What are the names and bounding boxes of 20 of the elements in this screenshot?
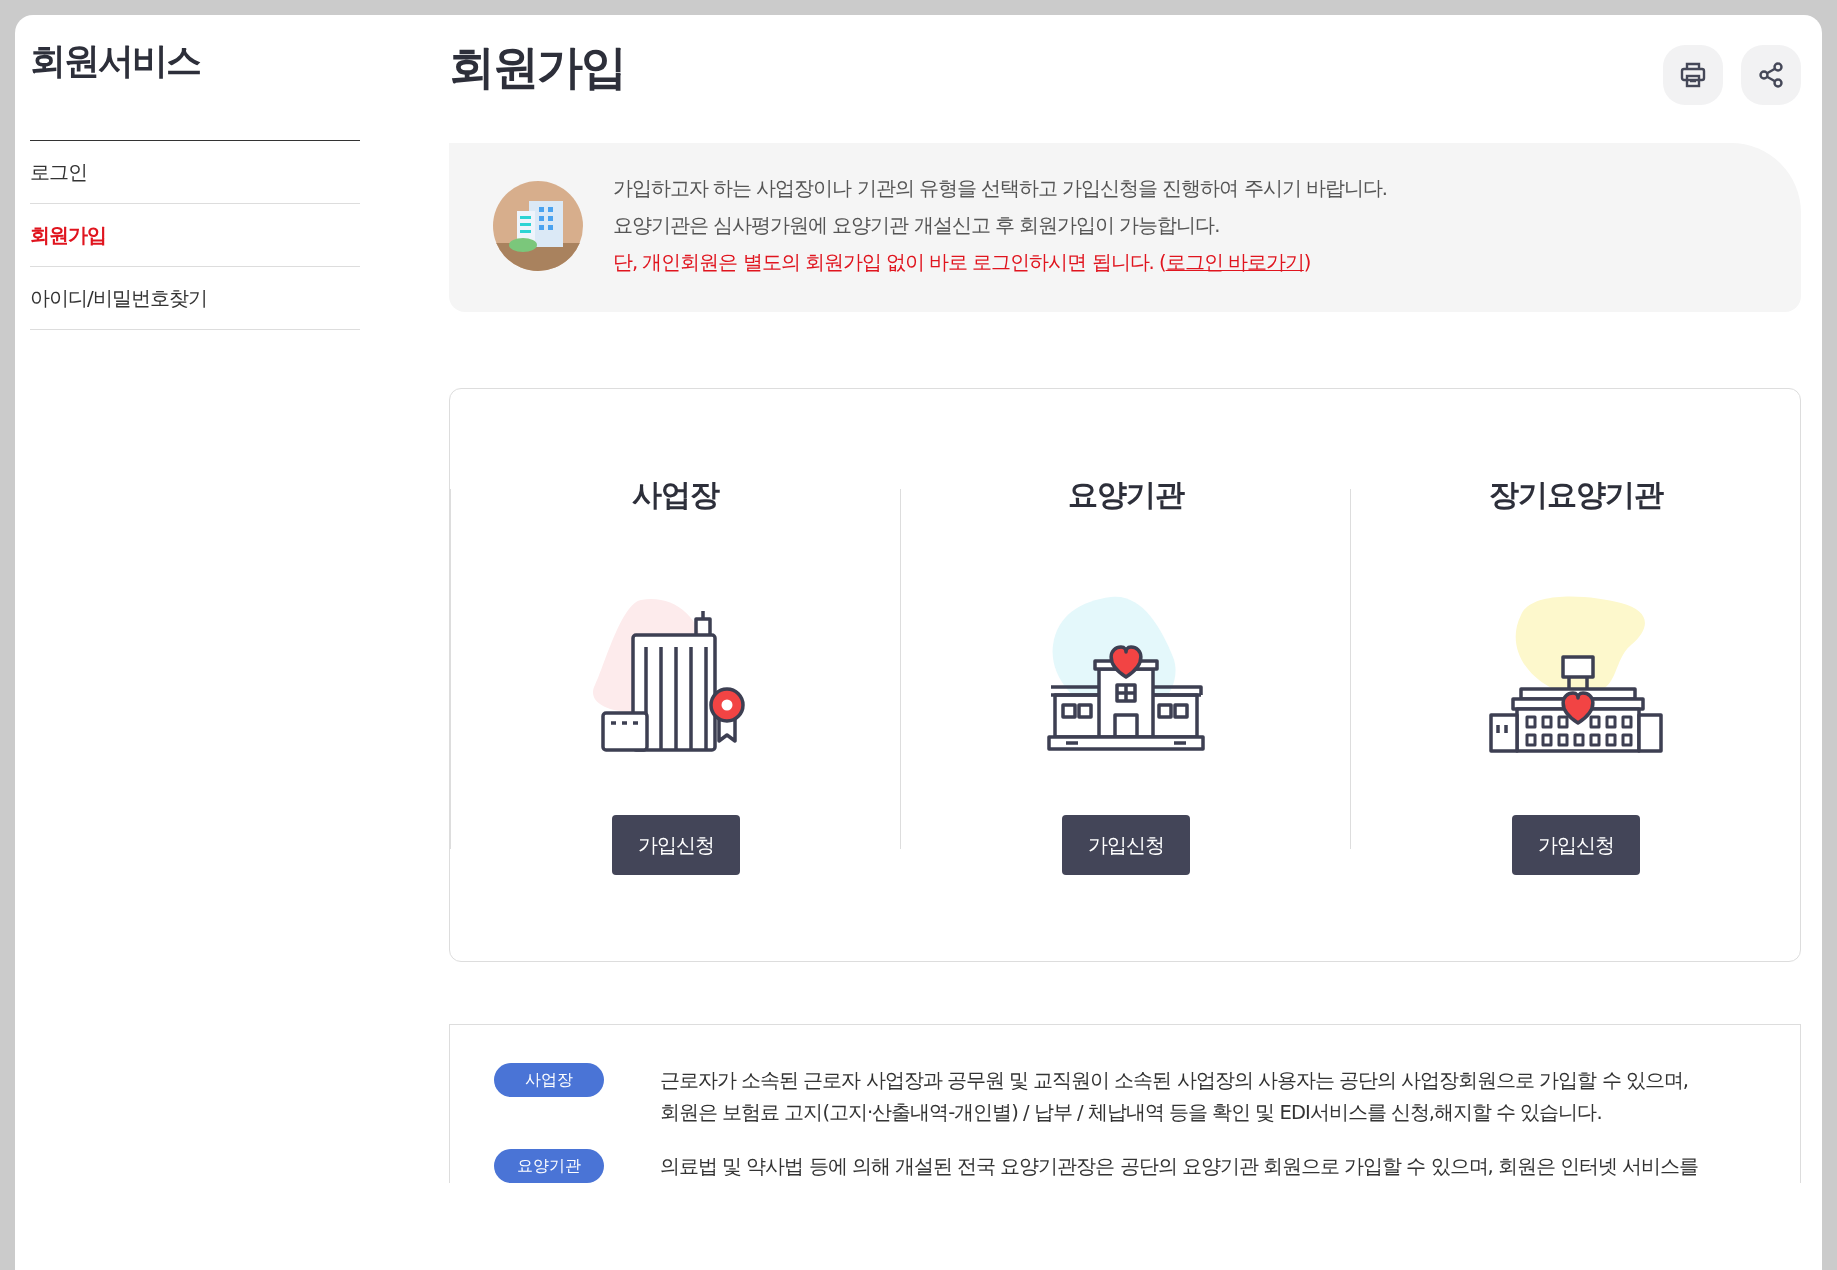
sidebar-item[interactable]: 로그인 bbox=[30, 141, 360, 204]
page-title: 회원가입 bbox=[449, 39, 625, 96]
apply-button[interactable]: 가입신청 bbox=[611, 815, 740, 875]
print-icon bbox=[1678, 60, 1708, 90]
category-badge: 요양기관 bbox=[494, 1149, 604, 1183]
notice-text: 가입하고자 하는 사업장이나 기관의 유형을 선택하고 가입신청을 진행하여 주시기 바랍니다. bbox=[613, 176, 1387, 202]
share-icon bbox=[1757, 61, 1785, 89]
sidebar-item[interactable]: 아이디/비밀번호찾기 bbox=[30, 267, 360, 330]
apply-button[interactable]: 가입신청 bbox=[1061, 815, 1190, 875]
notice-text: 요양기관은 심사평가원에 요양기관 개설신고 후 회원가입이 가능합니다. bbox=[613, 213, 1221, 239]
description-text: 의료법 및 약사법 등에 의해 개설된 전국 요양기관장은 공단의 요양기관 회원으로 가입할 수 있으며, 회원은 인터넷 서비스를 bbox=[660, 1154, 1699, 1180]
notice-text: 단, 개인회원은 별도의 회원가입 없이 바로 로그인하시면 됩니다. (로그인 바로가기) bbox=[613, 250, 1312, 276]
category-badge: 사업장 bbox=[494, 1063, 604, 1097]
sidebar-item[interactable]: 회원가입 bbox=[30, 204, 360, 267]
login-link[interactable]: 로그인 바로가기 bbox=[1165, 251, 1304, 274]
print-button[interactable] bbox=[1663, 45, 1723, 105]
apply-button[interactable]: 가입신청 bbox=[1511, 815, 1640, 875]
share-button[interactable] bbox=[1741, 45, 1801, 105]
description-text: 근로자가 소속된 근로자 사업장과 공무원 및 교직원이 소속된 사업장의 사용자는 공단의 사업장회원으로 가입할 수 있으며, 회원은 보험료 고지(고지·산출내역-개인별) / 납부 / 체납내역 등을 확인 및 EDI서비스를 신청,해지할 수 있습니다. bbox=[660, 1068, 1688, 1126]
sidebar-title: 회원서비스 bbox=[30, 39, 201, 83]
